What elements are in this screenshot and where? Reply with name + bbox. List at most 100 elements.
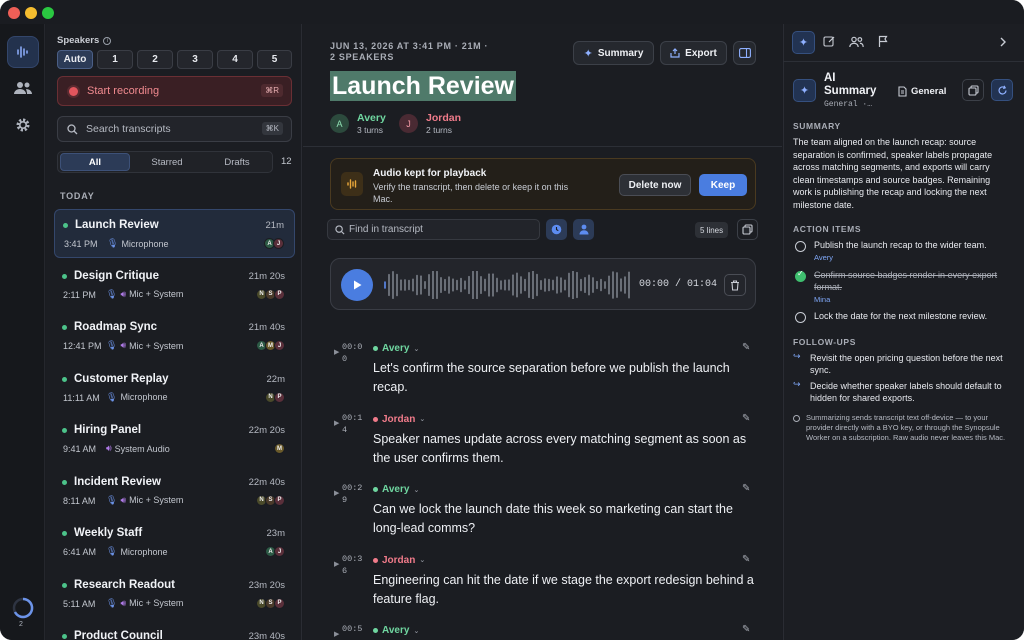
rail-settings-button[interactable] — [7, 109, 39, 141]
speaker-count-4[interactable]: 4 — [217, 50, 253, 69]
collapse-inspector-button[interactable] — [999, 35, 1011, 51]
segment-text[interactable]: Let's confirm the source separation befo… — [373, 359, 758, 397]
status-dot — [62, 531, 67, 536]
search-input[interactable]: Search transcripts — [86, 123, 171, 135]
chevron-down-icon: ⌄ — [419, 416, 426, 423]
expand-segment-icon[interactable]: ▶ — [334, 419, 339, 427]
rail-people-button[interactable] — [7, 72, 39, 104]
list-item-source-label: Microphone — [120, 546, 168, 557]
filter-all[interactable]: All — [60, 153, 130, 171]
expand-segment-icon[interactable]: ▶ — [334, 560, 339, 568]
checkbox[interactable] — [795, 241, 806, 252]
edit-segment-icon[interactable]: ✎ — [742, 342, 750, 353]
segment-speaker[interactable]: Jordan ⌄ — [373, 414, 425, 425]
list-item[interactable]: Research Readout 23m 20s 5:11 AM 🎙︎ 🔊︎ Mic + … — [54, 570, 295, 619]
microphone-icon: 🎙︎ — [106, 391, 118, 402]
list-item[interactable]: Design Critique 21m 20s 2:11 PM 🎙︎ 🔊︎ Mic + S… — [54, 261, 295, 310]
delete-now-button[interactable]: Delete now — [619, 174, 691, 196]
checkbox[interactable] — [795, 312, 806, 323]
segment-timestamp[interactable]: 00:3 6 — [342, 553, 362, 577]
edit-segment-icon[interactable]: ✎ — [742, 554, 750, 565]
segment-text[interactable]: Speaker names update across every matchi… — [373, 430, 758, 468]
speaker-count-2[interactable]: 2 — [137, 50, 173, 69]
meta-line-2: 2 SPEAKERS — [330, 52, 395, 62]
keep-button[interactable]: Keep — [699, 174, 747, 196]
segment-speaker[interactable]: Jordan ⌄ — [373, 555, 425, 566]
status-dot — [62, 634, 67, 639]
processing-indicator[interactable] — [12, 597, 34, 619]
speaker-chip-avery[interactable]: A Avery 3 turns — [330, 112, 400, 136]
filter-speaker-button[interactable] — [573, 219, 594, 240]
avatar: P — [274, 597, 285, 609]
expand-segment-icon[interactable]: ▶ — [334, 630, 339, 638]
segment-speaker[interactable]: Avery ⌄ — [373, 343, 419, 354]
minimize-window-button[interactable] — [25, 7, 37, 19]
segment-timestamp[interactable]: 00:5 — [342, 623, 362, 635]
template-picker-button[interactable]: General — [898, 81, 956, 101]
avatar: M — [274, 443, 285, 454]
zoom-window-button[interactable] — [42, 7, 54, 19]
start-recording-button[interactable]: Start recording ⌘R — [57, 76, 292, 106]
close-window-button[interactable] — [8, 7, 20, 19]
segment-timestamp[interactable]: 00:1 4 — [342, 412, 362, 436]
checkbox-checked[interactable]: ✓ — [795, 269, 806, 282]
segment-text[interactable]: Engineering can hit the date if we stage… — [373, 571, 758, 609]
segment-timestamp[interactable]: 00:2 9 — [342, 482, 362, 506]
expand-segment-icon[interactable]: ▶ — [334, 348, 339, 356]
rail-transcripts-button[interactable] — [7, 36, 39, 68]
segment-speaker[interactable]: Avery ⌄ — [373, 484, 419, 495]
delete-audio-button[interactable] — [724, 274, 746, 296]
speaker-count-5[interactable]: 5 — [257, 50, 292, 69]
list-item-time: 12:41 PM — [63, 341, 102, 351]
list-item[interactable]: Launch Review 21m 3:41 PM 🎙︎ Microphone A J — [54, 209, 295, 258]
action-item-owner[interactable]: Mina — [814, 295, 830, 304]
speaker-count-3[interactable]: 3 — [177, 50, 213, 69]
edit-segment-icon[interactable]: ✎ — [742, 413, 750, 424]
regenerate-summary-button[interactable] — [991, 79, 1013, 101]
summary-button[interactable]: ✦ Summary — [573, 41, 654, 65]
inspector-panel — [783, 24, 1024, 640]
avatar: P — [274, 288, 285, 300]
people-icon — [14, 82, 32, 94]
action-item-owner[interactable]: Avery — [814, 253, 833, 262]
refresh-icon — [997, 84, 1007, 94]
filter-drafts[interactable]: Drafts — [202, 153, 272, 171]
copy-summary-button[interactable] — [962, 79, 984, 101]
toggle-inspector-button[interactable] — [733, 41, 756, 65]
chevron-right-icon — [1000, 37, 1006, 47]
export-button[interactable]: Export — [660, 41, 727, 65]
list-item[interactable]: Roadmap Sync 21m 40s 12:41 PM 🎙︎ 🔊︎ Mic + Sys… — [54, 312, 295, 361]
inspector-ai-tab[interactable]: ✦ — [792, 31, 815, 54]
edit-note-icon — [823, 36, 835, 47]
segment-speaker[interactable]: Avery ⌄ — [373, 625, 419, 636]
list-item[interactable]: Weekly Staff 23m 6:41 AM 🎙︎ Microphone A J — [54, 518, 295, 567]
inspector-speakers-tab[interactable] — [849, 35, 867, 51]
list-item-title: Weekly Staff — [74, 527, 143, 539]
edit-segment-icon[interactable]: ✎ — [742, 624, 750, 635]
list-item[interactable]: Product Council 23m 40s — [54, 621, 295, 640]
copy-transcript-button[interactable] — [737, 219, 758, 240]
waveform-scrubber[interactable] — [383, 271, 633, 299]
list-item[interactable]: Customer Replay 22m 11:11 AM 🎙︎ Microphone N P — [54, 364, 295, 413]
filter-timestamps-button[interactable] — [546, 219, 567, 240]
progress-ring-icon — [12, 597, 34, 619]
expand-segment-icon[interactable]: ▶ — [334, 489, 339, 497]
find-in-transcript[interactable]: Find in transcript — [327, 219, 540, 240]
play-button[interactable] — [341, 269, 373, 301]
filter-starred[interactable]: Starred — [132, 153, 202, 171]
segment-timestamp[interactable]: 00:0 0 — [342, 341, 362, 365]
info-icon[interactable]: i — [103, 36, 112, 45]
inspector-notes-tab[interactable] — [823, 35, 839, 51]
segment-text[interactable]: Can we lock the launch date this week so… — [373, 500, 758, 538]
find-input[interactable]: Find in transcript — [349, 224, 423, 235]
search-transcripts[interactable]: Search transcripts ⌘K — [57, 116, 292, 142]
speaker-chip-jordan[interactable]: J Jordan 2 turns — [399, 112, 474, 136]
list-item[interactable]: Incident Review 22m 40s 8:11 AM 🎙︎ 🔊︎ Mic + S… — [54, 467, 295, 516]
inspector-flags-tab[interactable] — [878, 35, 892, 51]
list-item[interactable]: Hiring Panel 22m 20s 9:41 AM 🔊︎ System Audio… — [54, 415, 295, 464]
speaker-count-1[interactable]: 1 — [97, 50, 133, 69]
edit-segment-icon[interactable]: ✎ — [742, 483, 750, 494]
list-item-time: 5:11 AM — [63, 598, 96, 609]
page-title[interactable]: Launch Review — [330, 71, 516, 101]
speaker-count-auto[interactable]: Auto — [57, 50, 93, 69]
